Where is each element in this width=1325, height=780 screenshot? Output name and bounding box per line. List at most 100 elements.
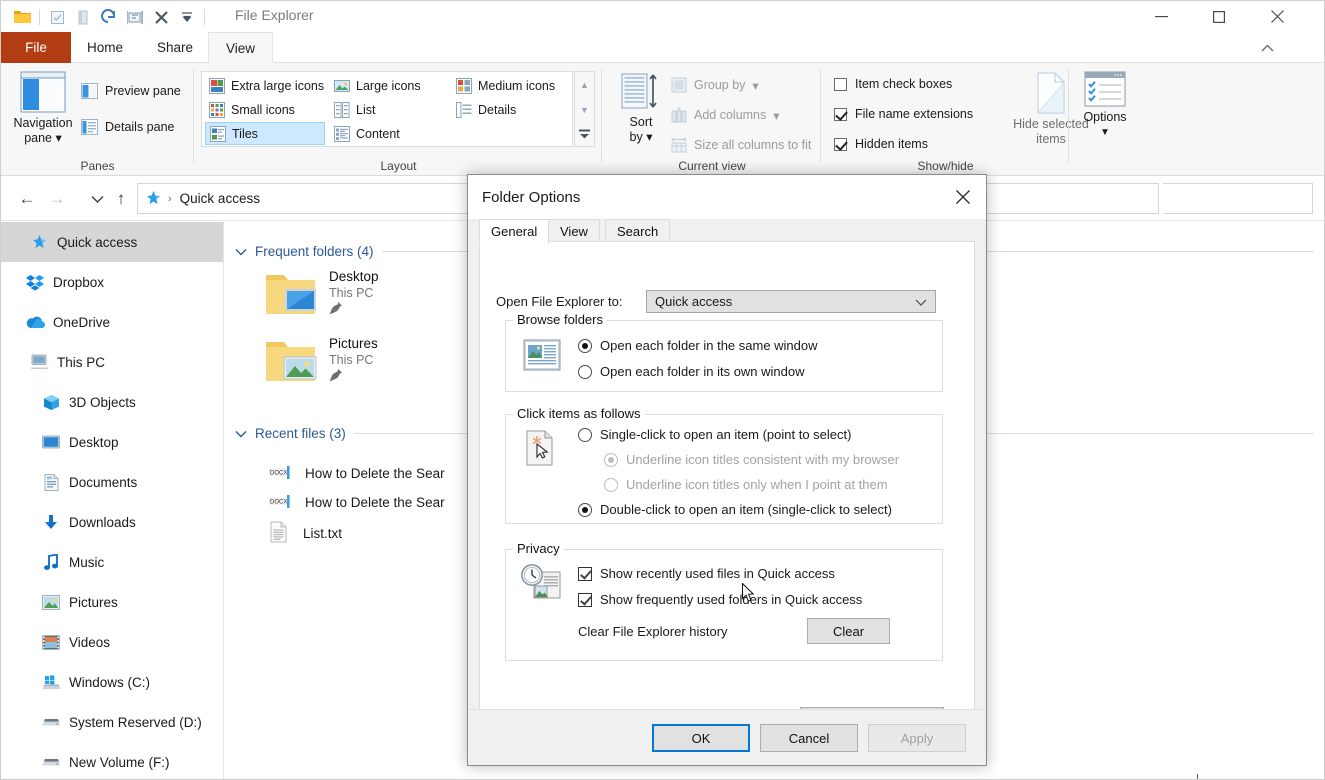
layout-small-icons[interactable]: Small icons <box>205 98 299 121</box>
chevron-down-icon <box>915 294 927 309</box>
single-click-radio[interactable]: Single-click to open an item (point to s… <box>578 427 851 442</box>
sort-by-label-line2: by <box>630 130 643 144</box>
qat-divider <box>39 9 40 25</box>
gallery-expand-icon[interactable] <box>575 122 594 147</box>
layout-large-icons[interactable]: Large icons <box>330 74 425 97</box>
ribbon-group-show-hide: Item check boxes File name extensions Hi… <box>822 63 1069 176</box>
layout-extra-large-icons[interactable]: Extra large icons <box>205 74 328 97</box>
browse-folders-group: Browse folders Open each f <box>505 320 943 392</box>
redo-icon[interactable] <box>96 5 122 29</box>
chevron-down-icon[interactable] <box>235 426 247 441</box>
current-view-group-label: Current view <box>603 159 821 173</box>
customize-qat-icon[interactable] <box>174 5 200 29</box>
add-columns-button[interactable]: Add columns ▾ <box>671 107 780 123</box>
collapse-ribbon-icon[interactable] <box>1256 38 1278 58</box>
sidebar-item-onedrive[interactable]: OneDrive <box>1 302 223 342</box>
rename-icon[interactable] <box>122 5 148 29</box>
click-items-icon <box>523 429 561 470</box>
search-input[interactable] <box>1163 183 1313 214</box>
apply-button[interactable]: Apply <box>868 724 966 752</box>
docx-icon: DOCX <box>269 463 291 484</box>
hidden-items-checkbox[interactable]: Hidden items <box>834 137 928 151</box>
tab-file[interactable]: File <box>1 32 71 63</box>
sidebar-item-desktop[interactable]: Desktop <box>1 422 223 462</box>
music-icon <box>41 552 61 572</box>
sidebar-item-quick-access[interactable]: Quick access <box>1 222 223 262</box>
options-button[interactable]: Options ▼ <box>1073 71 1137 138</box>
navigation-pane-dropdown-arrow[interactable]: ▾ <box>56 131 62 145</box>
navigation-pane-button[interactable]: Navigation pane ▾ <box>11 71 75 153</box>
explorer-icon[interactable] <box>9 5 35 29</box>
layout-medium-icons[interactable]: Medium icons <box>452 74 559 97</box>
details-pane-button[interactable]: Details pane <box>81 119 175 135</box>
group-by-dropdown-arrow[interactable]: ▾ <box>752 78 758 93</box>
folder-options-dialog[interactable]: Folder Options General View Search Open … <box>467 174 987 766</box>
sidebar-item-3d-objects[interactable]: 3D Objects <box>1 382 223 422</box>
sidebar-item-new-volume-f[interactable]: New Volume (F:) <box>1 742 223 779</box>
add-columns-dropdown-arrow[interactable]: ▾ <box>773 108 779 123</box>
delete-icon[interactable] <box>148 5 174 29</box>
sidebar-item-pictures[interactable]: Pictures <box>1 582 223 622</box>
chevron-down-icon[interactable] <box>235 244 247 259</box>
ribbon: Navigation pane ▾ Preview pane Details p… <box>1 63 1324 176</box>
dialog-close-button[interactable] <box>940 175 986 219</box>
hide-selected-items-icon <box>1031 71 1071 115</box>
double-click-radio[interactable]: Double-click to open an item (single-cli… <box>578 502 892 517</box>
show-frequent-folders-checkbox[interactable]: Show frequently used folders in Quick ac… <box>578 592 862 607</box>
sidebar-item-music[interactable]: Music <box>1 542 223 582</box>
recent-locations-button[interactable] <box>85 187 109 211</box>
navigation-pane[interactable]: Quick access Dropbox OneDrive This PC 3D <box>1 222 224 779</box>
layout-list[interactable]: List <box>330 98 379 121</box>
sidebar-item-windows-c[interactable]: Windows (C:) <box>1 662 223 702</box>
tab-view[interactable]: View <box>208 32 273 63</box>
underline-point-radio: Underline icon titles only when I point … <box>604 477 888 492</box>
sort-by-button[interactable]: Sort by ▾ <box>615 71 667 153</box>
size-all-columns-button[interactable]: Size all columns to fit <box>671 137 811 153</box>
forward-button[interactable]: → <box>45 187 69 211</box>
ribbon-group-panes: Navigation pane ▾ Preview pane Details p… <box>1 63 194 176</box>
layout-item-label: Details <box>478 103 516 117</box>
gallery-scroll-down-icon[interactable]: ▼ <box>575 97 594 122</box>
sidebar-item-dropbox[interactable]: Dropbox <box>1 262 223 302</box>
properties-icon[interactable] <box>44 5 70 29</box>
open-same-window-radio[interactable]: Open each folder in the same window <box>578 338 818 353</box>
layout-details[interactable]: Details <box>452 98 520 121</box>
options-dropdown-arrow[interactable]: ▼ <box>1100 127 1110 138</box>
navigation-pane-label-line1: Navigation <box>13 116 72 130</box>
sidebar-item-system-reserved-d[interactable]: System Reserved (D:) <box>1 702 223 742</box>
sidebar-item-label: Pictures <box>69 595 118 610</box>
3d-objects-icon <box>41 392 61 412</box>
cancel-button[interactable]: Cancel <box>760 724 858 752</box>
window-title: File Explorer <box>235 7 314 23</box>
sidebar-item-downloads[interactable]: Downloads <box>1 502 223 542</box>
sidebar-item-videos[interactable]: Videos <box>1 622 223 662</box>
ok-button[interactable]: OK <box>652 724 750 752</box>
layout-gallery-scrollbar[interactable]: ▲ ▼ <box>574 71 595 147</box>
privacy-legend: Privacy <box>513 541 564 556</box>
group-by-button[interactable]: Group by ▾ <box>671 77 759 93</box>
maximize-button[interactable] <box>1196 1 1242 32</box>
up-button[interactable]: ↑ <box>109 187 133 211</box>
item-check-boxes-checkbox[interactable]: Item check boxes <box>834 77 952 91</box>
tab-home[interactable]: Home <box>71 32 139 63</box>
open-explorer-to-select[interactable]: Quick access <box>646 290 936 313</box>
dialog-tab-general[interactable]: General <box>479 219 549 245</box>
open-own-window-radio[interactable]: Open each folder in its own window <box>578 364 805 379</box>
sidebar-item-this-pc[interactable]: This PC <box>1 342 223 382</box>
layout-tiles[interactable]: Tiles <box>205 122 325 145</box>
show-recent-files-checkbox[interactable]: Show recently used files in Quick access <box>578 566 835 581</box>
gallery-scroll-up-icon[interactable]: ▲ <box>575 72 594 97</box>
preview-pane-button[interactable]: Preview pane <box>81 83 181 99</box>
breadcrumb-path[interactable]: Quick access <box>180 191 260 206</box>
clear-button[interactable]: Clear <box>807 618 890 644</box>
sort-by-dropdown-arrow[interactable]: ▾ <box>646 130 652 144</box>
layout-content[interactable]: Content <box>330 122 404 145</box>
sidebar-item-documents[interactable]: Documents <box>1 462 223 502</box>
file-name-extensions-checkbox[interactable]: File name extensions <box>834 107 973 121</box>
tab-share[interactable]: Share <box>141 32 209 63</box>
new-folder-icon[interactable] <box>70 5 96 29</box>
minimize-button[interactable] <box>1138 1 1184 32</box>
size-all-columns-label: Size all columns to fit <box>694 138 811 152</box>
back-button[interactable]: ← <box>15 187 39 211</box>
close-button[interactable] <box>1254 1 1300 32</box>
